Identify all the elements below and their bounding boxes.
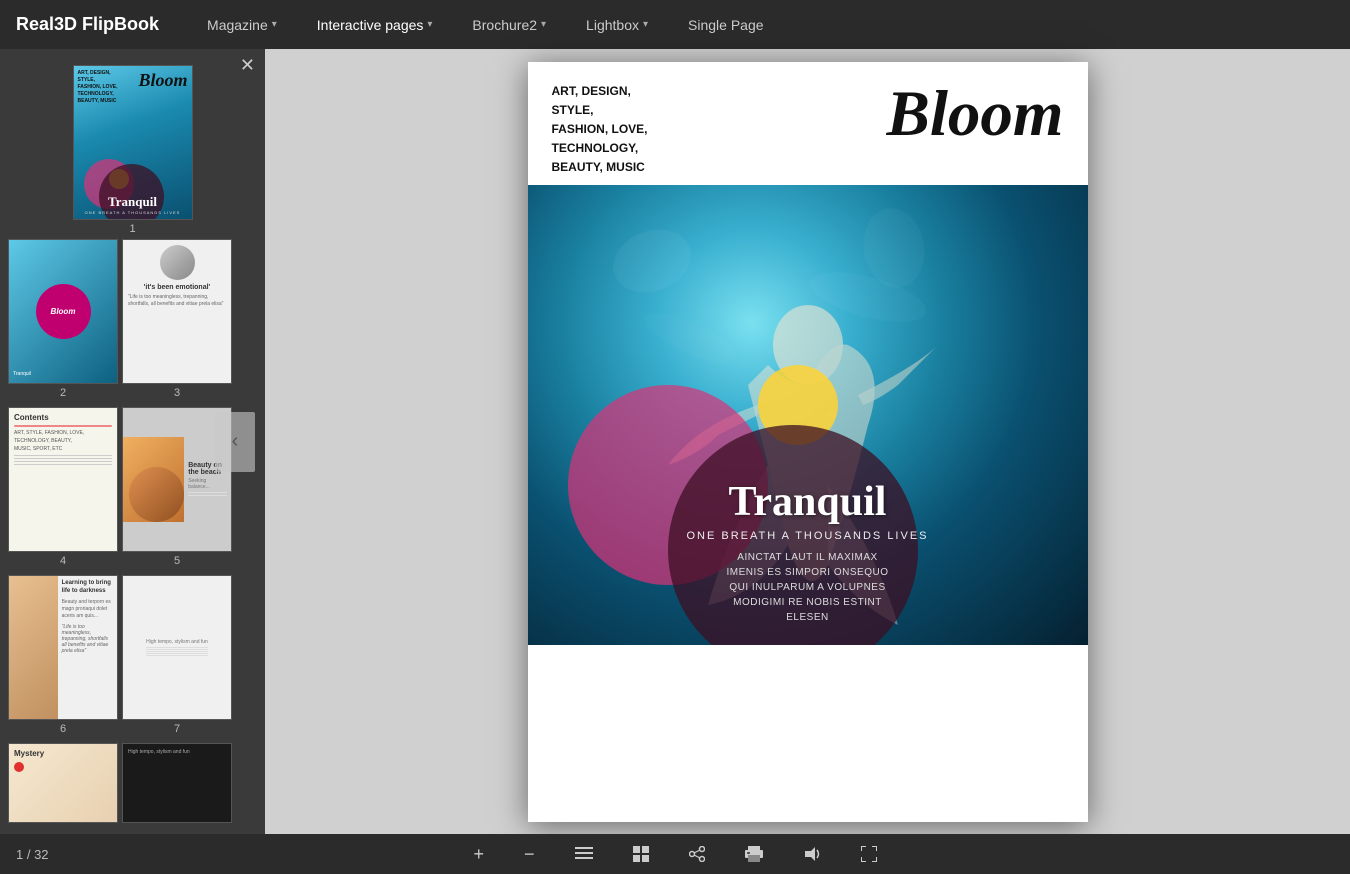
thumb-label-1: 1 — [129, 223, 135, 235]
print-icon — [745, 846, 763, 862]
nav-lightbox[interactable]: Lightbox ▾ — [578, 13, 656, 37]
thumbnail-page-1[interactable]: ART, DESIGN,STYLE,FASHION, LOVE,TECHNOLO… — [8, 65, 257, 235]
thumb-group-2-3: Bloom Tranquil 2 'it's been emotional' "… — [0, 235, 265, 403]
fullscreen-icon — [861, 846, 877, 862]
thumb-label-7: 7 — [174, 723, 180, 735]
grid-view-button[interactable] — [625, 842, 657, 866]
nav-interactive-label: Interactive pages — [317, 17, 424, 33]
thumb-group-8-9: Mystery High tempo, stylism and fun — [0, 739, 265, 827]
thumbnail-page-8[interactable]: Mystery — [8, 743, 118, 823]
thumb-label-5: 5 — [174, 555, 180, 567]
thumbnail-page-9[interactable]: High tempo, stylism and fun — [122, 743, 232, 823]
cover-body-text: AINCTAT LAUT IL MAXIMAX IMENIS ES SIMPOR… — [528, 550, 1088, 625]
thumbnail-page-2[interactable]: Bloom Tranquil 2 — [8, 239, 118, 399]
contents-button[interactable] — [567, 843, 601, 865]
thumb-label-3: 3 — [174, 387, 180, 399]
chevron-down-icon: ▾ — [643, 19, 648, 30]
chevron-down-icon: ▾ — [541, 19, 546, 30]
page-counter: 1 / 32 — [0, 834, 49, 874]
thumbnail-page-6[interactable]: Learning to bring life to darkness Beaut… — [8, 575, 118, 735]
share-button[interactable] — [681, 842, 713, 866]
sound-button[interactable] — [795, 842, 829, 866]
zoom-out-button[interactable]: − — [516, 840, 543, 869]
thumbnail-page-4[interactable]: Contents ART, STYLE, FASHION, LOVE,TECHN… — [8, 407, 118, 567]
nav-magazine[interactable]: Magazine ▾ — [199, 13, 285, 37]
close-sidebar-button[interactable]: ✕ — [240, 55, 255, 76]
cover-logo: Bloom — [887, 82, 1064, 147]
cover-main-image: svge ⊕ Tranquil ONE BREATH A THOUSANDS L… — [528, 185, 1088, 645]
prev-page-button[interactable]: ‹ — [215, 412, 255, 472]
nav-brochure2-label: Brochure2 — [472, 17, 537, 33]
top-navigation: Real3D FlipBook Magazine ▾ Interactive p… — [0, 0, 1350, 49]
print-button[interactable] — [737, 842, 771, 866]
cover-tagline: ART, DESIGN,STYLE,FASHION, LOVE,TECHNOLO… — [552, 82, 648, 178]
list-icon — [575, 847, 593, 861]
cover-header: ART, DESIGN,STYLE,FASHION, LOVE,TECHNOLO… — [528, 62, 1088, 186]
nav-brochure2[interactable]: Brochure2 ▾ — [464, 13, 554, 37]
nav-single-page-label: Single Page — [688, 17, 764, 33]
nav-magazine-label: Magazine — [207, 17, 268, 33]
zoom-in-button[interactable]: + — [465, 840, 492, 869]
current-page-display: 1 / 32 — [16, 847, 49, 862]
chevron-down-icon: ▾ — [427, 19, 432, 30]
cover-subtitle: ONE BREATH A THOUSANDS LIVES — [528, 530, 1088, 542]
fullscreen-button[interactable] — [853, 842, 885, 866]
thumb-group-6-7: Learning to bring life to darkness Beaut… — [0, 571, 265, 739]
magazine-book[interactable]: ART, DESIGN,STYLE,FASHION, LOVE,TECHNOLO… — [528, 62, 1088, 822]
thumb-label-2: 2 — [60, 387, 66, 399]
main-area: ✕ ART, DESIGN,STYLE,FASHION, LOVE,TECHNO… — [0, 49, 1350, 834]
thumbnail-page-3[interactable]: 'it's been emotional' "Life is too meani… — [122, 239, 232, 399]
cover-text-overlay: Tranquil ONE BREATH A THOUSANDS LIVES AI… — [528, 478, 1088, 645]
nav-single-page[interactable]: Single Page — [680, 13, 772, 37]
bottom-toolbar: 1 / 32 + − — [0, 834, 1350, 874]
thumbnail-page-7[interactable]: High tempo, stylism and fun 7 — [122, 575, 232, 735]
magazine-page-1: ART, DESIGN,STYLE,FASHION, LOVE,TECHNOLO… — [528, 62, 1088, 822]
grid-icon — [633, 846, 649, 862]
thumb-label-6: 6 — [60, 723, 66, 735]
cover-title: Tranquil — [528, 478, 1088, 526]
nav-lightbox-label: Lightbox — [586, 17, 639, 33]
chevron-down-icon: ▾ — [272, 19, 277, 30]
app-brand: Real3D FlipBook — [16, 14, 159, 35]
sound-icon — [803, 846, 821, 862]
viewer-content: ‹ ART, DESIGN,STYLE,FASHION, LOVE,TECHNO… — [265, 49, 1350, 834]
thumb-group-1: ART, DESIGN,STYLE,FASHION, LOVE,TECHNOLO… — [0, 57, 265, 235]
thumb-label-4: 4 — [60, 555, 66, 567]
share-icon — [689, 846, 705, 862]
nav-interactive-pages[interactable]: Interactive pages ▾ — [309, 13, 441, 37]
